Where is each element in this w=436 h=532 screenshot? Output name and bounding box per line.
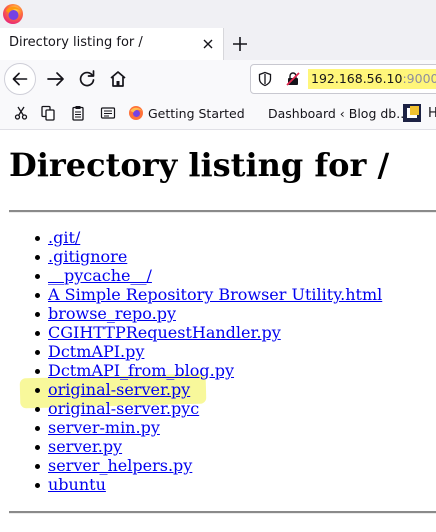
list-item: server.py	[34, 437, 122, 456]
close-tab-icon[interactable]	[198, 34, 218, 54]
list-item: server_helpers.py	[34, 456, 192, 475]
list-item: server-min.py	[35, 418, 160, 437]
bookmark-site-icon[interactable]	[403, 104, 421, 122]
tab-strip: Directory listing for /	[0, 28, 436, 60]
list-item: CGIHTTPRequestHandler.py	[35, 323, 281, 342]
file-link[interactable]: ubuntu	[48, 475, 106, 494]
tab-title: Directory listing for /	[9, 35, 143, 50]
home-button-icon[interactable]	[102, 63, 134, 95]
bookmark-dashboard[interactable]: Dashboard ‹ Blog db...	[268, 98, 408, 129]
reload-button-icon[interactable]	[71, 63, 103, 95]
file-link[interactable]: original-server.pyc	[48, 399, 199, 418]
forward-button-icon[interactable]	[40, 63, 72, 95]
title-bar	[0, 0, 436, 28]
file-link[interactable]: original-server.py	[48, 380, 190, 399]
list-item: ubuntu	[35, 475, 106, 494]
bookmark-overflow-label[interactable]: H	[428, 98, 436, 129]
reader-card-icon[interactable]	[100, 105, 116, 121]
list-item: DctmAPI_from_blog.py	[34, 361, 234, 380]
firefox-logo-icon	[3, 4, 23, 24]
file-link[interactable]: server-min.py	[48, 418, 160, 437]
list-item: original-server.pyc	[34, 399, 199, 418]
url-host: 192.168.56.10	[311, 71, 403, 86]
file-link[interactable]: browse_repo.py	[48, 304, 176, 323]
clipboard-icon[interactable]	[70, 105, 86, 121]
file-link[interactable]: .gitignore	[48, 247, 127, 266]
copy-icon[interactable]	[40, 105, 56, 121]
file-link[interactable]: server_helpers.py	[48, 456, 192, 475]
back-button-icon[interactable]	[4, 63, 36, 95]
url-text[interactable]: 192.168.56.10:9000	[308, 69, 436, 89]
file-link[interactable]: A Simple Repository Browser Utility.html	[48, 285, 382, 304]
active-tab[interactable]: Directory listing for /	[0, 28, 224, 60]
list-item: A Simple Repository Browser Utility.html	[34, 285, 382, 304]
bookmarks-toolbar: Getting Started Dashboard ‹ Blog db... H	[0, 98, 436, 130]
url-bar[interactable]: 192.168.56.10:9000	[250, 64, 436, 94]
file-link[interactable]: server.py	[48, 437, 122, 456]
list-item: browse_repo.py	[35, 304, 176, 323]
site-logo-icon	[407, 106, 419, 118]
scissors-icon[interactable]	[13, 105, 29, 121]
list-item: original-server.py	[34, 380, 190, 399]
file-link[interactable]: DctmAPI_from_blog.py	[48, 361, 234, 380]
firefox-icon	[129, 106, 143, 120]
bookmark-label: Dashboard ‹ Blog db...	[268, 106, 409, 121]
list-item: .gitignore	[34, 247, 127, 266]
new-tab-icon[interactable]	[228, 32, 252, 56]
file-link[interactable]: .git/	[48, 228, 80, 247]
navigation-bar: 192.168.56.10:9000	[0, 60, 436, 98]
insecure-lock-icon[interactable]	[285, 71, 301, 87]
horizontal-rule	[9, 511, 436, 514]
url-port: :9000	[402, 71, 436, 86]
list-item: __pycache__/	[35, 266, 152, 285]
tracking-protection-shield-icon[interactable]	[257, 71, 273, 87]
file-link[interactable]: CGIHTTPRequestHandler.py	[48, 323, 281, 342]
list-item: DctmAPI.py	[34, 342, 144, 361]
list-item: .git/	[34, 228, 80, 247]
horizontal-rule	[9, 210, 436, 213]
file-link[interactable]: __pycache__/	[48, 266, 152, 285]
bookmark-label: Getting Started	[148, 106, 245, 121]
file-link[interactable]: DctmAPI.py	[48, 342, 144, 361]
page-title: Directory listing for /	[9, 146, 390, 184]
